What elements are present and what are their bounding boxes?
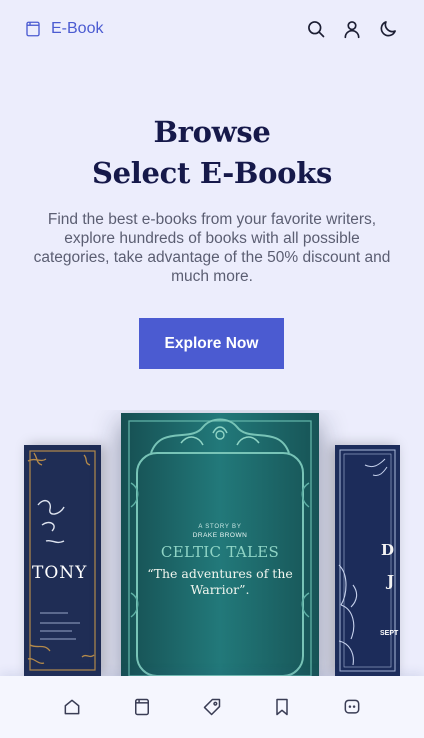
bookmark-icon[interactable] [270, 695, 294, 719]
search-icon[interactable] [306, 19, 326, 39]
book-center-byline: A STORY BY [198, 524, 242, 530]
user-icon[interactable] [342, 19, 362, 39]
book-cover-right[interactable]: D J SEPT [335, 445, 400, 676]
book-carousel: TONY A STORY BY DRAKE BROWN CELTIC TALES… [0, 410, 424, 676]
header: E-Book [0, 0, 424, 58]
hero-title: Browse Select E-Books [0, 112, 424, 194]
home-icon[interactable] [60, 695, 84, 719]
brand-name: E-Book [51, 20, 104, 37]
header-actions [306, 19, 400, 39]
hero-title-line1: Browse [153, 115, 271, 149]
book-cover-left[interactable]: TONY [24, 445, 101, 676]
chat-icon[interactable] [340, 695, 364, 719]
explore-now-button[interactable]: Explore Now [139, 318, 284, 369]
book-right-art [338, 449, 396, 672]
book-right-line3: SEPT [380, 630, 399, 637]
bottom-nav [0, 676, 424, 738]
book-icon [24, 20, 42, 38]
book-center-subtitle: “The adventures of the Warrior”. [147, 566, 293, 597]
book-cover-center[interactable]: A STORY BY DRAKE BROWN CELTIC TALES “The… [121, 413, 319, 676]
book-left-title: TONY [32, 563, 88, 583]
moon-icon[interactable] [378, 19, 398, 39]
brand-logo[interactable]: E-Book [24, 20, 103, 38]
book-center-author: DRAKE BROWN [192, 532, 248, 539]
book-center-title: CELTIC TALES [160, 543, 280, 561]
book-right-line1: D [381, 541, 395, 559]
book-icon[interactable] [130, 695, 154, 719]
book-right-line2: J [387, 572, 395, 590]
hero-description: Find the best e-books from your favorite… [33, 211, 391, 285]
hero-title-line2: Select E-Books [91, 156, 333, 190]
book-left-art [27, 450, 96, 671]
tag-icon[interactable] [200, 695, 224, 719]
